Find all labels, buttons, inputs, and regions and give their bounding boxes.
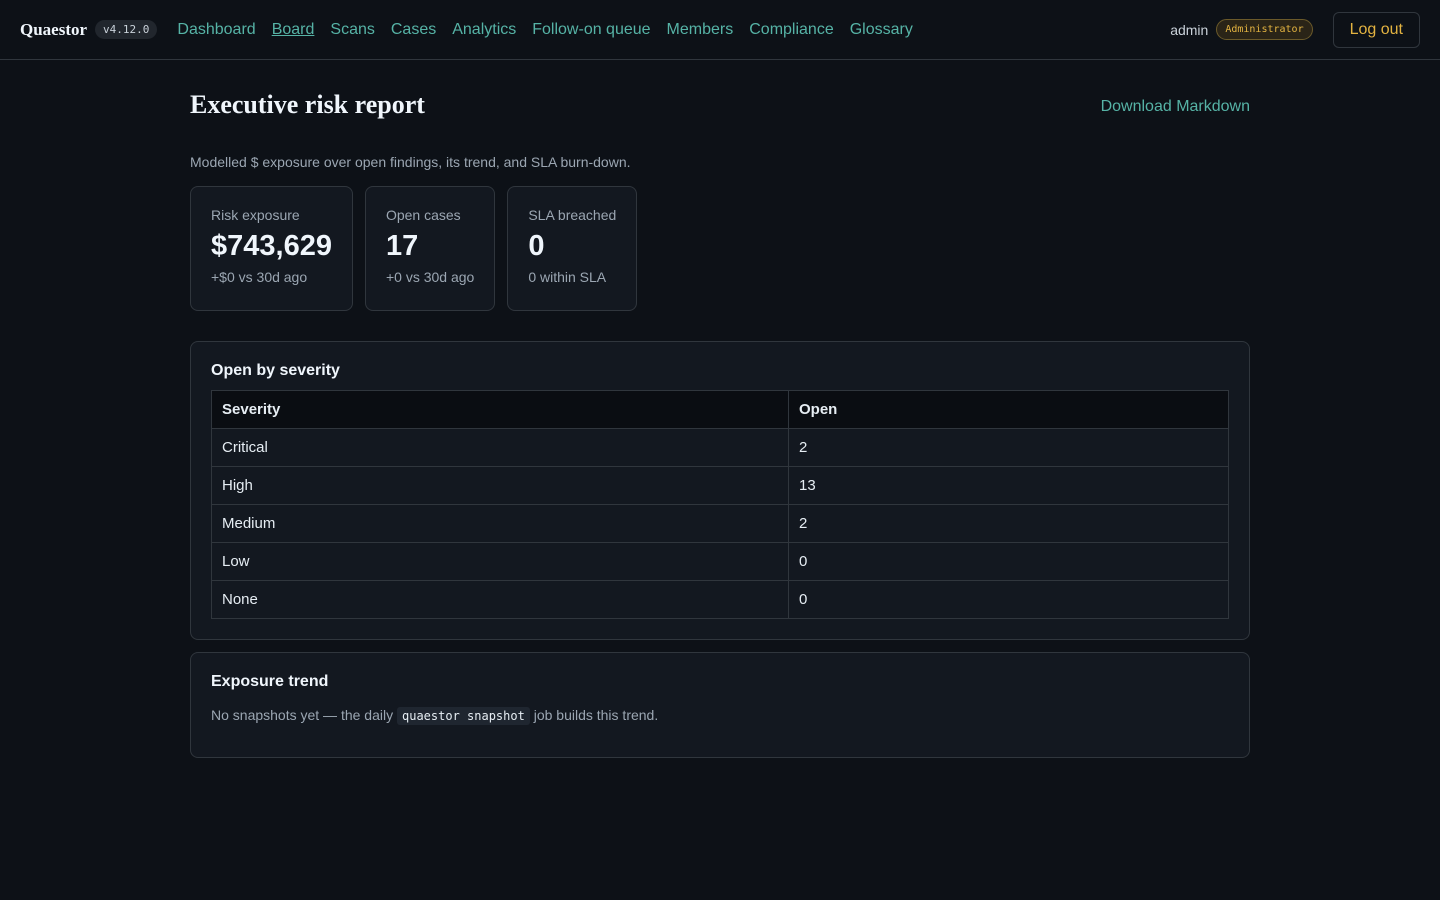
- top-navbar: Quaestor v4.12.0 Dashboard Board Scans C…: [0, 0, 1440, 60]
- severity-card-title: Open by severity: [211, 362, 340, 379]
- nav-analytics[interactable]: Analytics: [452, 21, 516, 39]
- open-count-cell: 2: [788, 428, 1229, 467]
- nav-board[interactable]: Board: [272, 21, 315, 39]
- exposure-trend-empty-message: No snapshots yet — the daily quaestor sn…: [211, 707, 1229, 725]
- table-row: None 0: [211, 580, 1229, 619]
- kpi-value: $743,629: [211, 230, 332, 262]
- nav-glossary[interactable]: Glossary: [850, 21, 913, 39]
- column-header-severity: Severity: [211, 390, 789, 429]
- severity-cell: Critical: [211, 428, 789, 467]
- kpi-label: SLA breached: [528, 207, 617, 223]
- nav-scans[interactable]: Scans: [330, 21, 374, 39]
- page-subtitle: Modelled $ exposure over open findings, …: [190, 154, 631, 170]
- kpi-risk-exposure: Risk exposure $743,629 +$0 vs 30d ago: [190, 186, 353, 311]
- nav-cases[interactable]: Cases: [391, 21, 436, 39]
- nav-follow-on-queue[interactable]: Follow-on queue: [532, 21, 650, 39]
- kpi-open-cases: Open cases 17 +0 vs 30d ago: [364, 186, 496, 311]
- version-badge: v4.12.0: [95, 20, 158, 39]
- severity-card: Open by severity Severity Open Critical …: [190, 341, 1250, 640]
- trend-text-after: job builds this trend.: [529, 707, 659, 723]
- table-row: Critical 2: [211, 428, 1229, 467]
- nav-compliance[interactable]: Compliance: [749, 21, 833, 39]
- kpi-label: Open cases: [385, 207, 461, 223]
- trend-text-before: No snapshots yet — the daily: [211, 707, 397, 723]
- open-count-cell: 0: [788, 580, 1229, 619]
- user-area: admin Administrator Log out: [1170, 11, 1420, 48]
- main-nav: Dashboard Board Scans Cases Analytics Fo…: [169, 21, 920, 39]
- page-header: Executive risk report Download Markdown: [190, 90, 1250, 120]
- nav-dashboard[interactable]: Dashboard: [177, 21, 255, 39]
- table-row: Medium 2: [211, 504, 1229, 543]
- table-row: High 13: [211, 466, 1229, 505]
- kpi-sla-breached: SLA breached 0 0 within SLA: [507, 186, 638, 311]
- severity-cell: None: [211, 580, 789, 619]
- role-badge: Administrator: [1216, 19, 1313, 40]
- open-count-cell: 13: [788, 466, 1229, 505]
- page-title: Executive risk report: [190, 90, 425, 119]
- exposure-trend-title: Exposure trend: [211, 673, 329, 690]
- severity-table: Severity Open Critical 2 High 13 Medium …: [211, 390, 1229, 619]
- brand-logo[interactable]: Quaestor: [20, 20, 87, 40]
- logout-button[interactable]: Log out: [1332, 11, 1420, 48]
- table-header-row: Severity Open: [211, 390, 1229, 429]
- snapshot-command-code: quaestor snapshot: [397, 707, 530, 725]
- kpi-label: Risk exposure: [211, 207, 300, 223]
- nav-members[interactable]: Members: [667, 21, 734, 39]
- kpi-value: 17: [385, 230, 419, 262]
- open-count-cell: 2: [788, 504, 1229, 543]
- open-count-cell: 0: [788, 542, 1229, 581]
- severity-cell: Medium: [211, 504, 789, 543]
- username: admin: [1170, 21, 1209, 38]
- exposure-trend-card: Exposure trend No snapshots yet — the da…: [190, 652, 1250, 758]
- severity-cell: Low: [211, 542, 789, 581]
- column-header-open: Open: [788, 390, 1229, 429]
- kpi-value: 0: [528, 230, 545, 262]
- kpi-delta: +$0 vs 30d ago: [211, 269, 308, 285]
- kpi-delta: +0 vs 30d ago: [385, 269, 475, 285]
- download-markdown-link[interactable]: Download Markdown: [1101, 98, 1250, 116]
- main-content: Executive risk report Download Markdown …: [190, 60, 1250, 758]
- kpi-delta: 0 within SLA: [528, 269, 607, 285]
- kpi-row: Risk exposure $743,629 +$0 vs 30d ago Op…: [190, 186, 1250, 311]
- severity-cell: High: [211, 466, 789, 505]
- table-row: Low 0: [211, 542, 1229, 581]
